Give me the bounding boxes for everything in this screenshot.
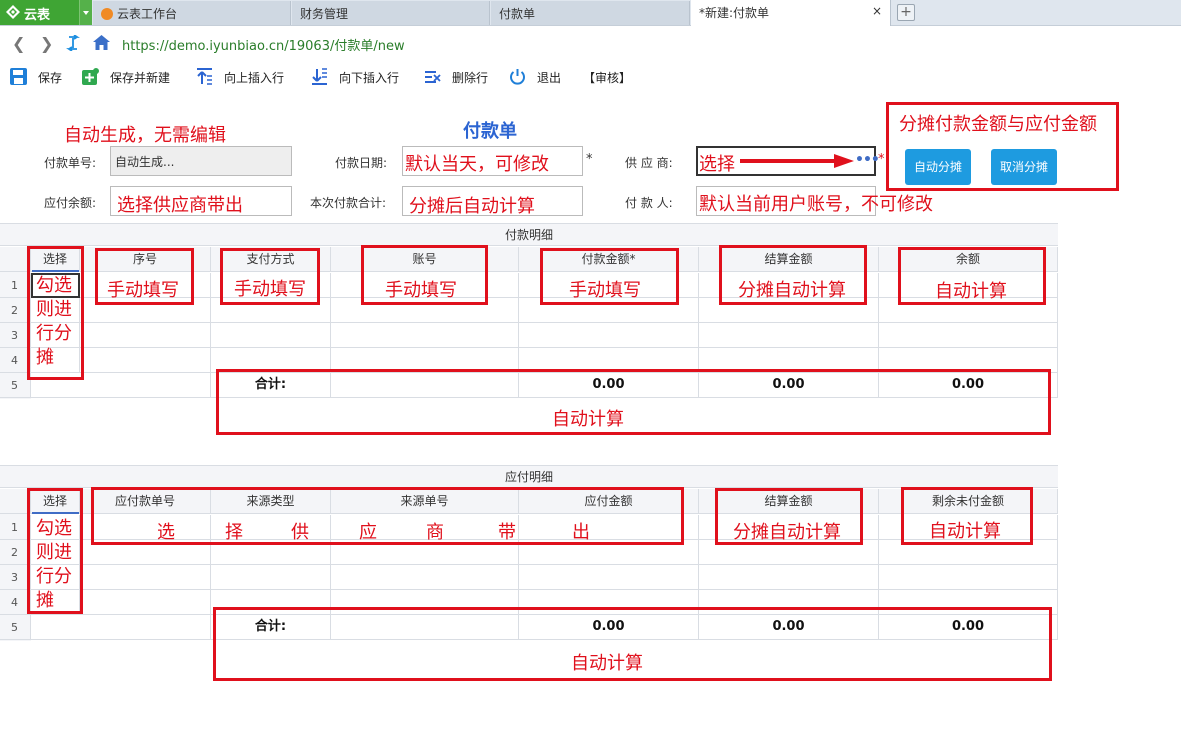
annotation-text: 手动填写 bbox=[385, 280, 457, 301]
annotation-text: 选择 bbox=[699, 154, 735, 175]
insert-below-icon bbox=[312, 68, 327, 85]
table-cell[interactable] bbox=[80, 565, 211, 590]
supplier-label: 供 应 商: bbox=[625, 156, 673, 170]
power-icon bbox=[510, 69, 525, 85]
annotation-text: 分摊付款金额与应付金额 bbox=[899, 114, 1097, 135]
delete-row-icon bbox=[425, 71, 441, 83]
annotation-text: 供 bbox=[291, 522, 309, 543]
annotation-text: 带 bbox=[498, 522, 516, 543]
audit-button[interactable]: 【审核】 bbox=[583, 68, 643, 88]
insert-above-icon bbox=[197, 68, 212, 85]
payable-detail-title: 应付明细 bbox=[0, 465, 1058, 488]
chevron-down-icon[interactable] bbox=[79, 0, 92, 25]
page-title: 付款单 bbox=[463, 121, 517, 142]
annotation-text: 默认当前用户账号，不可修改 bbox=[699, 194, 933, 215]
annotation-text: 出 bbox=[572, 522, 590, 543]
tab-label: *新建:付款单 bbox=[699, 6, 770, 20]
new-tab-button[interactable]: + bbox=[897, 4, 915, 21]
payable-balance-label: 应付余额: bbox=[44, 196, 97, 210]
table-cell bbox=[699, 565, 879, 590]
forward-icon[interactable]: ❯ bbox=[40, 34, 53, 53]
payment-date-label: 付款日期: bbox=[335, 156, 388, 170]
save-icon bbox=[10, 68, 27, 85]
tab-label: 云表工作台 bbox=[117, 7, 178, 21]
annotation-text: 手动填写 bbox=[107, 280, 179, 301]
insert-above-button[interactable]: 向上插入行 bbox=[196, 68, 296, 88]
tab-finance[interactable]: 财务管理 bbox=[292, 1, 490, 25]
insert-below-button[interactable]: 向下插入行 bbox=[311, 68, 411, 88]
row-number: 5 bbox=[0, 615, 31, 640]
table-cell[interactable] bbox=[211, 323, 331, 348]
payer-label: 付 款 人: bbox=[625, 196, 673, 210]
more-icon[interactable]: ••• bbox=[855, 152, 880, 168]
refresh-icon[interactable] bbox=[66, 35, 80, 51]
annotation-text: 商 bbox=[426, 522, 444, 543]
tab-new-payment[interactable]: *新建:付款单 × bbox=[691, 0, 891, 26]
annotation-text: 自动计算 bbox=[935, 281, 1007, 302]
annotation-text: 分摊自动计算 bbox=[738, 280, 846, 301]
back-icon[interactable]: ❮ bbox=[12, 34, 25, 53]
annotation-text: 自动计算 bbox=[929, 521, 1001, 542]
app-menu[interactable]: 云表 bbox=[0, 0, 92, 25]
annotation-text: 择 bbox=[225, 522, 243, 543]
logo-icon bbox=[6, 5, 20, 19]
table-cell[interactable] bbox=[519, 323, 699, 348]
arrow-icon bbox=[740, 154, 854, 168]
add-icon bbox=[82, 68, 99, 85]
payment-no-field: 自动生成... bbox=[110, 146, 292, 176]
tab-label: 财务管理 bbox=[300, 7, 349, 21]
table-cell[interactable] bbox=[80, 348, 211, 373]
table-cell bbox=[519, 565, 699, 590]
annotation-box bbox=[216, 369, 1051, 435]
exit-button[interactable]: 退出 bbox=[509, 68, 569, 88]
payment-no-label: 付款单号: bbox=[44, 156, 97, 170]
annotation-text: 选 bbox=[157, 522, 175, 543]
annotation-text: 应 bbox=[359, 522, 377, 543]
table-cell bbox=[211, 565, 331, 590]
annotation-text: 分摊后自动计算 bbox=[409, 196, 535, 217]
close-icon[interactable]: × bbox=[872, 4, 882, 18]
annotation-box bbox=[91, 487, 684, 545]
table-cell bbox=[31, 615, 211, 640]
payment-detail-title: 付款明细 bbox=[0, 223, 1058, 246]
required-mark: * bbox=[586, 152, 593, 167]
required-mark: * bbox=[878, 152, 885, 167]
table-cell[interactable] bbox=[331, 323, 519, 348]
annotation-text: 手动填写 bbox=[234, 279, 306, 300]
tab-workbench[interactable]: 云表工作台 bbox=[93, 1, 291, 25]
table-cell[interactable] bbox=[80, 323, 211, 348]
delete-row-button[interactable]: 删除行 bbox=[424, 68, 496, 88]
home-icon[interactable] bbox=[93, 35, 110, 50]
table-cell bbox=[879, 323, 1058, 348]
table-cell bbox=[331, 565, 519, 590]
table-cell bbox=[699, 323, 879, 348]
annotation-text: 选择供应商带出 bbox=[117, 195, 243, 216]
url-text[interactable]: https://demo.iyunbiao.cn/19063/付款单/new bbox=[122, 35, 405, 54]
annotation-text: 自动计算 bbox=[571, 653, 643, 674]
annotation-text: 分摊自动计算 bbox=[733, 522, 841, 543]
save-button[interactable]: 保存 bbox=[10, 68, 70, 88]
tab-bar: 云表 云表工作台 财务管理 付款单 *新建:付款单 × + bbox=[0, 0, 1181, 26]
tab-label: 付款单 bbox=[499, 7, 536, 21]
table-cell[interactable] bbox=[80, 590, 211, 615]
workbench-icon bbox=[101, 8, 113, 20]
payment-total-label: 本次付款合计: bbox=[310, 196, 387, 210]
annotation-group: 勾选 则进 行分 摊 bbox=[36, 275, 72, 368]
annotation-group: 勾选 则进 行分 摊 bbox=[36, 518, 72, 611]
annotation-text: 手动填写 bbox=[569, 280, 641, 301]
tab-payment-list[interactable]: 付款单 bbox=[491, 1, 690, 25]
app-name: 云表 bbox=[24, 8, 51, 23]
annotation-text: 默认当天，可修改 bbox=[405, 154, 549, 175]
table-cell bbox=[879, 565, 1058, 590]
annotation-text: 自动计算 bbox=[552, 409, 624, 430]
save-and-new-button[interactable]: 保存并新建 bbox=[82, 68, 182, 88]
annotation-text: 自动生成，无需编辑 bbox=[64, 125, 226, 146]
